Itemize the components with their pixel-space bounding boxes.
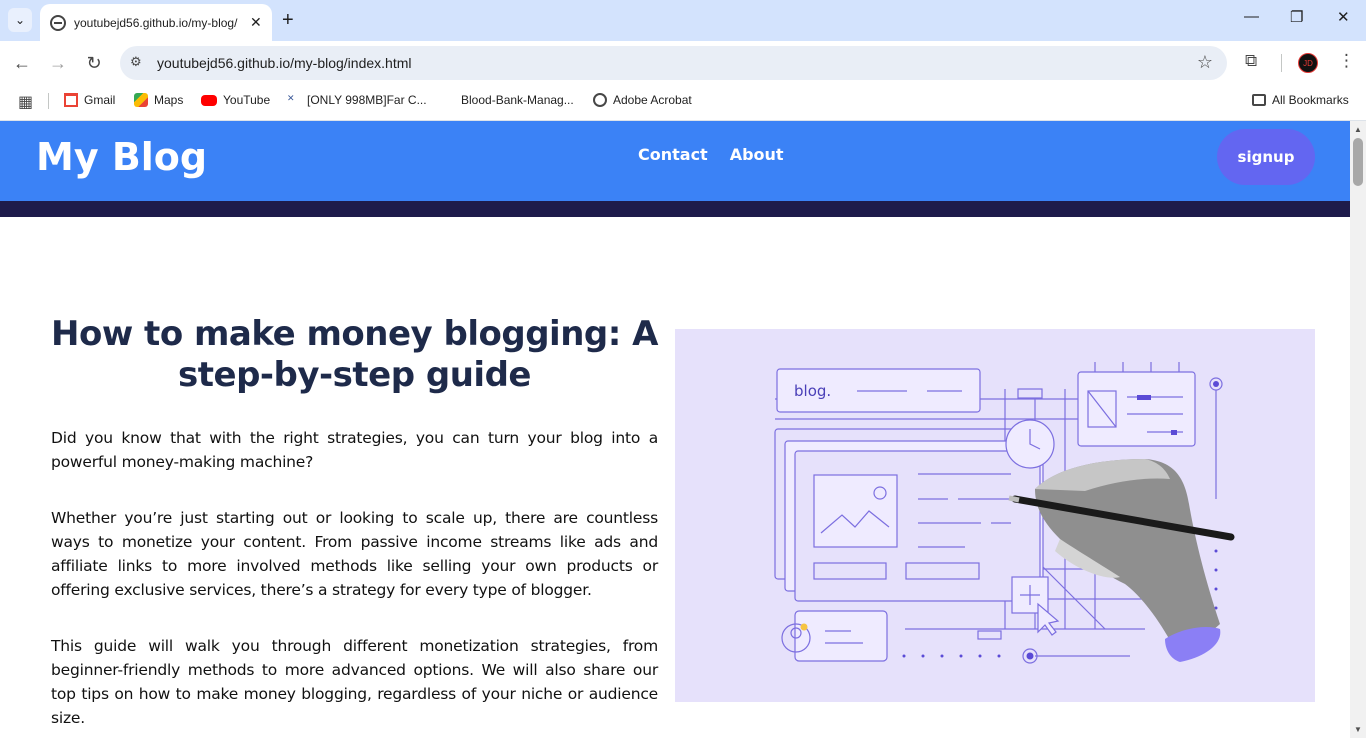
tab-bar: ⌄ youtubejd56.github.io/my-blog/ ✕ + — ❐… — [0, 0, 1366, 41]
bookmark-star-icon[interactable]: ☆ — [1197, 52, 1213, 73]
tab-title: youtubejd56.github.io/my-blog/ — [74, 15, 238, 30]
bookmark-blood-bank[interactable]: Blood-Bank-Manag... — [461, 93, 574, 107]
close-window-icon[interactable]: ✕ — [1337, 8, 1350, 26]
new-tab-icon[interactable]: + — [282, 9, 294, 31]
scroll-up-icon[interactable]: ▲ — [1354, 125, 1362, 134]
scroll-down-icon[interactable]: ▼ — [1354, 725, 1362, 734]
all-bookmarks-label: All Bookmarks — [1272, 93, 1349, 107]
hero-paragraph-1: Did you know that with the right strateg… — [51, 429, 658, 471]
signup-button[interactable]: signup — [1217, 129, 1315, 185]
close-tab-icon[interactable]: ✕ — [250, 14, 262, 31]
site-info-icon[interactable]: ⚙ — [130, 54, 142, 70]
bookmark-label: YouTube — [223, 93, 271, 107]
hero-paragraph-2: Whether you’re just starting out or look… — [51, 509, 658, 599]
extensions-icon[interactable]: ⧉ — [1245, 51, 1257, 71]
bookmark-maps[interactable]: Maps — [134, 93, 183, 107]
site-header: My Blog Contact About signup — [0, 121, 1350, 201]
bookmark-youtube[interactable]: YouTube — [201, 93, 270, 107]
address-bar[interactable]: ⚙ youtubejd56.github.io/my-blog/index.ht… — [120, 46, 1227, 80]
globe-icon — [50, 14, 66, 31]
restore-icon[interactable]: ❐ — [1290, 8, 1303, 26]
hero-paragraph-3: This guide will walk you through differe… — [51, 637, 658, 727]
toolbar-divider — [1281, 54, 1282, 72]
page-viewport: My Blog Contact About signup How to make… — [0, 121, 1350, 738]
page-scrollbar[interactable]: ▲ ▼ — [1350, 121, 1366, 738]
bookmarks-divider — [48, 93, 49, 109]
profile-avatar[interactable]: JD — [1298, 53, 1318, 73]
globe-icon — [593, 93, 607, 107]
bookmark-adobe-acrobat[interactable]: Adobe Acrobat — [593, 93, 692, 107]
header-accent-strip — [0, 201, 1350, 217]
bookmark-far-cry[interactable]: ✕ [ONLY 998MB]Far C... — [287, 93, 427, 107]
illustration-svg: blog. — [774, 362, 1235, 664]
bookmark-label: Blood-Bank-Manag... — [461, 93, 574, 107]
gmail-icon — [64, 93, 78, 107]
blogging-illustration: blog. — [675, 329, 1315, 702]
folder-icon — [1252, 94, 1266, 106]
bookmark-label: Adobe Acrobat — [613, 93, 692, 107]
all-bookmarks[interactable]: All Bookmarks — [1252, 93, 1349, 107]
site-logo[interactable]: My Blog — [36, 135, 207, 179]
bookmark-label: Maps — [154, 93, 184, 107]
bookmarks-bar: ▦ Gmail Maps YouTube ✕ [ONLY 998MB]Far C… — [0, 85, 1366, 121]
site-nav: Contact About — [638, 145, 784, 164]
bookmark-label: [ONLY 998MB]Far C... — [307, 93, 427, 107]
tab-search-icon[interactable]: ⌄ — [8, 8, 32, 32]
bookmark-gmail[interactable]: Gmail — [64, 93, 115, 107]
apps-grid-icon[interactable]: ▦ — [18, 92, 33, 112]
forward-icon[interactable]: → — [46, 51, 70, 75]
active-tab[interactable]: youtubejd56.github.io/my-blog/ ✕ — [40, 4, 272, 41]
scroll-thumb[interactable] — [1353, 138, 1363, 186]
site-icon: ✕ — [287, 93, 295, 103]
browser-toolbar: ← → ↻ ⚙ youtubejd56.github.io/my-blog/in… — [0, 41, 1366, 85]
back-icon[interactable]: ← — [10, 51, 34, 75]
youtube-icon — [201, 94, 217, 106]
url-text[interactable]: youtubejd56.github.io/my-blog/index.html — [157, 55, 412, 71]
bookmark-label: Gmail — [84, 93, 116, 107]
menu-icon[interactable]: ⋮ — [1338, 51, 1355, 71]
maps-icon — [134, 93, 148, 107]
reload-icon[interactable]: ↻ — [82, 51, 106, 75]
minimize-icon[interactable]: — — [1244, 8, 1259, 25]
hero-title: How to make money blogging: A step-by-st… — [51, 314, 659, 395]
nav-about-link[interactable]: About — [730, 145, 784, 164]
illustration-blog-text: blog. — [794, 382, 831, 400]
nav-contact-link[interactable]: Contact — [638, 145, 708, 164]
